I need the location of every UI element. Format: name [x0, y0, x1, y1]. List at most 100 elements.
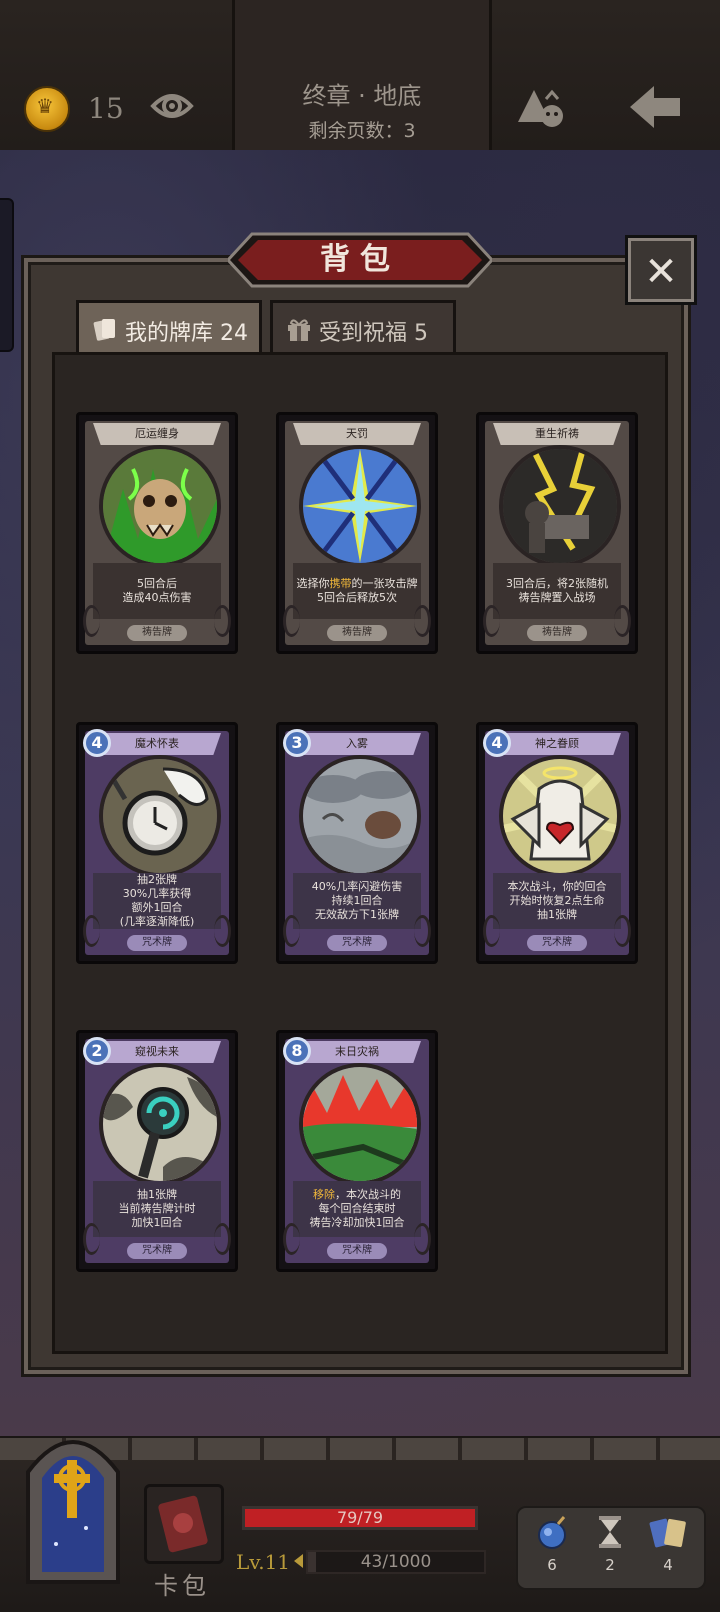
- card-description-line: 无效敌方下1张牌: [315, 908, 399, 921]
- card-ornament: [483, 915, 500, 947]
- card-description: 抽1张牌 当前祷告牌计时 加快1回合: [93, 1181, 221, 1237]
- card-type: 祷告牌: [527, 625, 587, 641]
- card-cost-badge: 8: [283, 1037, 311, 1065]
- tab-blessings[interactable]: 受到祝福 5: [270, 300, 456, 354]
- xp-arrow-icon: [294, 1554, 303, 1568]
- player-level: Lv.11: [236, 1550, 291, 1574]
- hourglass-count: 2: [605, 1556, 615, 1574]
- card-ornament: [214, 915, 231, 947]
- card-description: 40%几率闪避伤害 持续1回合 无效敌方下1张牌: [293, 873, 421, 929]
- card-name: 魔术怀表: [93, 733, 221, 755]
- card-type: 咒术牌: [327, 1243, 387, 1259]
- gold-coin-icon: [24, 86, 70, 132]
- card-cost-badge: 2: [83, 1037, 111, 1065]
- card-name: 神之眷顾: [493, 733, 621, 755]
- card-description-line: 3回合后，将2张随机: [506, 577, 608, 590]
- card-name: 厄运缠身: [93, 423, 221, 445]
- card-type: 咒术牌: [327, 935, 387, 951]
- chapter-title: 终章 · 地底: [302, 82, 422, 110]
- hourglass-icon[interactable]: [588, 1512, 632, 1552]
- card-type: 祷告牌: [327, 625, 387, 641]
- bomb-icon[interactable]: [530, 1512, 574, 1552]
- card-name: 重生祈祷: [493, 423, 621, 445]
- cards-icon: [93, 319, 115, 341]
- card-ornament: [83, 605, 100, 637]
- tab-blessings-label: 受到祝福 5: [319, 321, 428, 346]
- card-description-line: 祷告冷却加快1回合: [309, 1216, 405, 1229]
- card-description-line: 当前祷告牌计时: [118, 1202, 196, 1215]
- card-type: 咒术牌: [127, 935, 187, 951]
- card-description-line: 抽1张牌: [537, 908, 577, 921]
- card-type: 祷告牌: [127, 625, 187, 641]
- card-art-curse: [99, 445, 221, 567]
- card-ornament: [283, 915, 300, 947]
- xp-text: 43/1000: [360, 1552, 432, 1572]
- close-icon: ✕: [644, 249, 678, 295]
- card-ornament: [214, 605, 231, 637]
- card-art-doom: [299, 1063, 421, 1185]
- card-description-line: 加快1回合: [131, 1216, 183, 1229]
- card-cost-badge: 3: [283, 729, 311, 757]
- card-ornament: [614, 605, 631, 637]
- card-rebirth[interactable]: 重生祈祷 3回合后，将2张随机 祷告牌置入战场祷告牌: [476, 412, 638, 654]
- card-ornament: [283, 605, 300, 637]
- gift-icon: [288, 319, 310, 341]
- card-description-line: 造成40点伤害: [122, 591, 192, 604]
- card-art-rebirth: [499, 445, 621, 567]
- card-description-line: 额外1回合: [131, 901, 183, 914]
- card-fog[interactable]: 入雾 40%几率闪避伤害 持续1回合 无效敌方下1张牌咒术牌 3: [276, 722, 438, 964]
- bomb-count: 6: [547, 1556, 557, 1574]
- card-cost-badge: 4: [83, 729, 111, 757]
- panel-title: 背包: [320, 242, 400, 277]
- pages-remaining: 剩余页数：3: [308, 120, 416, 142]
- card-description: 5回合后 造成40点伤害: [93, 563, 221, 619]
- card-type: 咒术牌: [127, 1243, 187, 1259]
- card-description-line: 5回合后释放5次: [317, 591, 397, 604]
- card-angel[interactable]: 神之眷顾 本次战斗，你的回合 开始时恢复2点生命 抽1张牌 咒术牌 4: [476, 722, 638, 964]
- card-description: 3回合后，将2张随机 祷告牌置入战场: [493, 563, 621, 619]
- card-lightning[interactable]: 天罚选择你携带的一张攻击牌 5回合后释放5次 祷告牌: [276, 412, 438, 654]
- hp-text: 79/79: [336, 1508, 384, 1527]
- cards-icon[interactable]: [646, 1512, 690, 1552]
- card-ornament: [414, 915, 431, 947]
- gold-count: 15: [88, 92, 124, 125]
- back-arrow-icon[interactable]: [626, 82, 684, 132]
- tab-my-deck[interactable]: 我的牌库 24: [76, 300, 262, 354]
- card-description-line: 本次战斗，你的回合: [507, 880, 607, 893]
- portal-door-icon[interactable]: [14, 1412, 132, 1588]
- desc-text: ，本次战斗的: [335, 1188, 401, 1201]
- card-description: 移除，本次战斗的 每个回合结束时 祷告冷却加快1回合: [293, 1181, 421, 1237]
- card-description: 抽2张牌 30%几率获得 额外1回合 (几率逐渐降低): [93, 873, 221, 929]
- card-ornament: [83, 915, 100, 947]
- desc-keyword: 携带: [329, 577, 352, 590]
- side-drawer-handle[interactable]: [0, 198, 14, 352]
- card-future[interactable]: 窥视未来抽1张牌 当前祷告牌计时 加快1回合咒术牌 2: [76, 1030, 238, 1272]
- card-pack-button[interactable]: [144, 1484, 224, 1564]
- card-description-line: 开始时恢复2点生命: [509, 894, 605, 907]
- card-description-line: 选择你携带的一张攻击牌: [297, 577, 418, 591]
- card-name: 窥视未来: [93, 1041, 221, 1063]
- top-bar: 15 终章 · 地底 剩余页数：3: [0, 0, 720, 153]
- desc-text: 的一张攻击牌: [351, 577, 418, 590]
- card-description-line: 30%几率获得: [122, 887, 192, 900]
- card-watch[interactable]: 魔术怀表抽2张牌 30%几率获得 额外1回合 (几率逐渐降低) 咒术牌 4: [76, 722, 238, 964]
- hp-bar: 79/79: [242, 1506, 478, 1530]
- card-curse[interactable]: 厄运缠身 5回合后 造成40点伤害祷告牌: [76, 412, 238, 654]
- card-name: 入雾: [293, 733, 421, 755]
- card-art-fog: [299, 755, 421, 877]
- close-button[interactable]: ✕: [628, 238, 694, 302]
- card-ornament: [83, 1223, 100, 1255]
- card-name: 天罚: [293, 423, 421, 445]
- eye-icon[interactable]: [150, 86, 194, 126]
- card-pack-icon: [158, 1495, 208, 1553]
- card-art-future: [99, 1063, 221, 1185]
- card-art-lightning: [299, 445, 421, 567]
- card-description-line: 抽2张牌: [137, 873, 177, 886]
- card-description-line: 移除，本次战斗的: [313, 1188, 401, 1202]
- card-art-watch: [99, 755, 221, 877]
- camp-icon[interactable]: [514, 82, 566, 130]
- card-doom[interactable]: 末日灾祸 移除，本次战斗的 每个回合结束时 祷告冷却加快1回合 咒术牌 8: [276, 1030, 438, 1272]
- card-description-line: 40%几率闪避伤害: [311, 880, 403, 893]
- card-ornament: [414, 1223, 431, 1255]
- desc-keyword: 移除: [313, 1188, 335, 1201]
